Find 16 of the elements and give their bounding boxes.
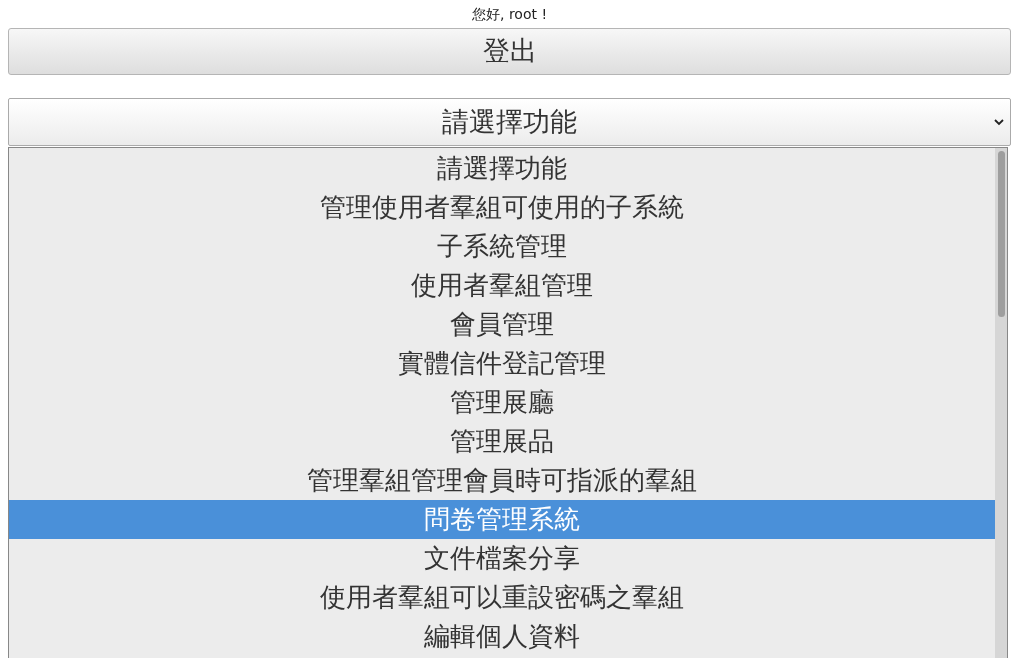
function-select[interactable]: 請選擇功能	[8, 98, 1011, 146]
greeting-text: 您好, root !	[472, 5, 547, 24]
dropdown-option[interactable]: 管理使用者羣組可使用的子系統	[9, 188, 995, 227]
dropdown-option[interactable]: 管理羣組管理會員時可指派的羣組	[9, 461, 995, 500]
dropdown-option[interactable]: 請選擇功能	[9, 149, 995, 188]
chevron-down-icon	[994, 118, 1004, 126]
logout-button[interactable]: 登出	[8, 28, 1011, 75]
dropdown-option[interactable]: 文件檔案分享	[9, 539, 995, 578]
dropdown-option[interactable]: 實體信件登記管理	[9, 344, 995, 383]
dropdown-option[interactable]: 會員管理	[9, 305, 995, 344]
dropdown-option[interactable]: 使用者羣組可以重設密碼之羣組	[9, 578, 995, 617]
dropdown-option[interactable]: 編輯個人資料	[9, 617, 995, 656]
dropdown-option[interactable]: 管理展廳	[9, 383, 995, 422]
dropdown-option[interactable]: 管理展品	[9, 422, 995, 461]
dropdown-option[interactable]: 使用者羣組管理	[9, 266, 995, 305]
dropdown-option[interactable]: 子系統管理	[9, 227, 995, 266]
